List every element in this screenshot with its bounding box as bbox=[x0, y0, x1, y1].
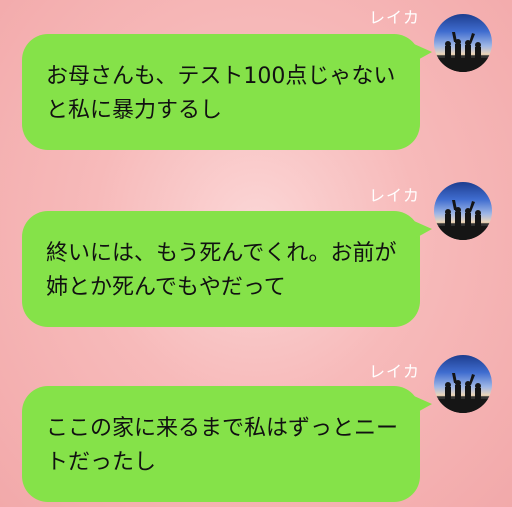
sender-avatar[interactable] bbox=[434, 14, 492, 72]
message-bubble[interactable]: お母さんも、テスト100点じゃない と私に暴力するし bbox=[22, 34, 432, 150]
message-line: お母さんも、テスト100点じゃない bbox=[46, 64, 396, 89]
message-bubble[interactable]: 終いには、もう死んでくれ。お前が 姉とか死んでもやだって bbox=[22, 211, 432, 327]
sender-name: レイカ bbox=[368, 8, 420, 27]
avatar-photo-icon bbox=[434, 373, 492, 413]
message-line: 終いには、もう死んでくれ。お前が bbox=[46, 241, 397, 266]
avatar-photo-icon bbox=[434, 200, 492, 240]
message-bubble[interactable]: ここの家に来るまで私はずっとニー トだったし bbox=[22, 386, 432, 502]
avatar-photo-icon bbox=[434, 32, 492, 72]
sender-name: レイカ bbox=[368, 186, 420, 205]
sender-avatar[interactable] bbox=[434, 355, 492, 413]
message-line: ここの家に来るまで私はずっとニー bbox=[46, 416, 399, 441]
message-line: 姉とか死んでもやだって bbox=[46, 275, 286, 300]
message-line: と私に暴力するし bbox=[46, 98, 223, 123]
sender-name: レイカ bbox=[368, 362, 420, 381]
message-line: トだったし bbox=[46, 450, 157, 475]
sender-avatar[interactable] bbox=[434, 182, 492, 240]
